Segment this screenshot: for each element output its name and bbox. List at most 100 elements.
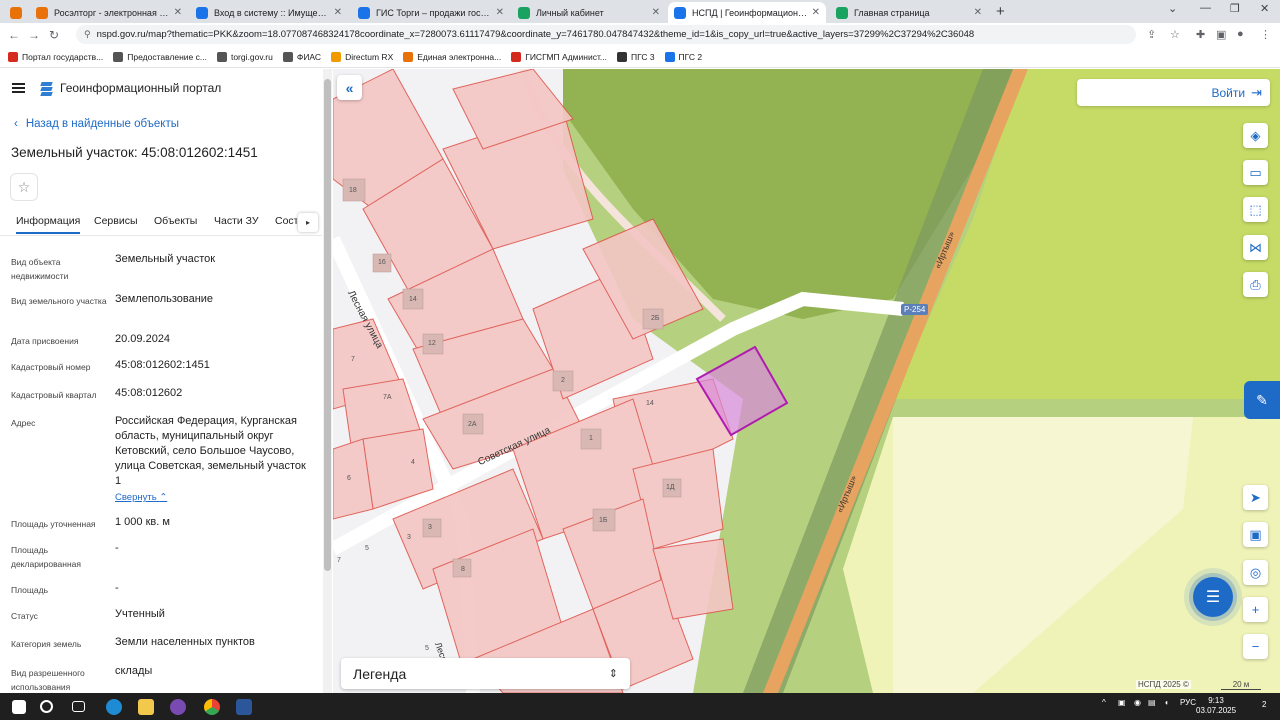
- bookmark-item[interactable]: ПГС 2: [664, 51, 702, 62]
- file-explorer-icon[interactable]: [138, 699, 154, 715]
- select-area-button[interactable]: ⬚: [1243, 197, 1268, 222]
- chrome-icon[interactable]: [204, 699, 220, 715]
- tab-search-icon[interactable]: ⌄: [1168, 2, 1177, 15]
- scrollbar-thumb[interactable]: [324, 79, 331, 571]
- tab-close-icon[interactable]: ✕: [974, 7, 982, 18]
- sidebar-scrollbar[interactable]: [323, 69, 332, 693]
- browser-tab[interactable]: Личный кабинет ✕: [512, 2, 666, 23]
- windows-start-icon[interactable]: [12, 700, 26, 714]
- bookmark-item[interactable]: Единая электронна...: [403, 51, 501, 62]
- browser-tab[interactable]: Вход в систему :: Имущественн ✕: [190, 2, 348, 23]
- tray-app-icon[interactable]: ▣: [1118, 698, 1126, 707]
- bookmark-label: Предоставление с...: [127, 51, 207, 62]
- locate-button[interactable]: ➤: [1243, 485, 1268, 510]
- chat-button[interactable]: ☰: [1193, 577, 1233, 617]
- browser-tab[interactable]: Главная страница ✕: [830, 2, 988, 23]
- side-panel-icon[interactable]: ▣: [1216, 28, 1226, 41]
- ruler-button[interactable]: ▭: [1243, 160, 1268, 185]
- site-info-icon[interactable]: ⚲: [84, 29, 91, 40]
- portal-title: Геоинформационный портал: [60, 81, 222, 95]
- back-to-results-link[interactable]: ‹ Назад в найденные объекты: [14, 118, 179, 130]
- geolocation-button[interactable]: ◎: [1243, 560, 1268, 585]
- new-tab-button[interactable]: +: [996, 3, 1005, 20]
- feedback-icon: ✎: [1256, 391, 1268, 408]
- tab-objects[interactable]: Объекты: [154, 215, 197, 227]
- forward-icon[interactable]: →: [24, 28, 44, 42]
- tab-close-icon[interactable]: ✕: [174, 7, 182, 18]
- url-field[interactable]: ⚲ nspd.gov.ru/map?thematic=PKK&zoom=18.0…: [76, 25, 1136, 44]
- map-canvas[interactable]: Советская улица Лесная улица «Иртыш» «Ир…: [333, 69, 1280, 693]
- share-button[interactable]: ⋈: [1243, 235, 1268, 260]
- minimap-button[interactable]: ▣: [1243, 522, 1268, 547]
- side-feedback-button[interactable]: ✎: [1244, 381, 1280, 419]
- tab-information[interactable]: Информация: [16, 215, 81, 234]
- bookmark-item[interactable]: ГИСГМП Админист...: [511, 51, 607, 62]
- bookmark-item[interactable]: ПГС 3: [616, 51, 655, 62]
- keyboard-icon[interactable]: ▤: [1148, 698, 1156, 707]
- zoom-in-button[interactable]: +: [1243, 597, 1268, 622]
- back-icon[interactable]: ←: [4, 28, 24, 42]
- tray-chevron-icon[interactable]: ^: [1102, 698, 1106, 707]
- bookmark-item[interactable]: ФИАС: [282, 51, 321, 62]
- collapse-panel-button[interactable]: «: [337, 75, 362, 100]
- tab-label: Росэлторг - электронная торгов: [54, 7, 170, 18]
- bookmark-item[interactable]: Directum RX: [331, 51, 393, 62]
- tab-close-icon[interactable]: ✕: [496, 7, 504, 18]
- notification-badge[interactable]: 2: [1262, 700, 1266, 709]
- reload-icon[interactable]: ↻: [44, 28, 64, 42]
- label-assign-date: Дата присвоения: [11, 336, 79, 346]
- tab-land-parts[interactable]: Части ЗУ: [214, 215, 259, 227]
- tab-close-icon[interactable]: ✕: [812, 7, 820, 18]
- app-icon[interactable]: [170, 699, 186, 715]
- clock[interactable]: 9:13 03.07.2025: [1196, 696, 1236, 716]
- bookmark-item[interactable]: Портал государств...: [8, 51, 103, 62]
- value-area-refined: 1 000 кв. м: [115, 516, 170, 528]
- browser-tab[interactable]: ГИС Торги – продажи государс ✕: [352, 2, 510, 23]
- print-button[interactable]: ⎙: [1243, 272, 1268, 297]
- chevron-right-icon: ▸: [305, 218, 310, 227]
- bookmark-star-icon[interactable]: ☆: [1170, 28, 1180, 41]
- collapse-address-link[interactable]: Свернуть ⌃: [115, 492, 167, 503]
- word-icon[interactable]: [236, 699, 252, 715]
- tab-favicon-icon: [836, 6, 848, 19]
- profile-icon[interactable]: ●: [1237, 28, 1244, 40]
- print-icon: ⎙: [1250, 276, 1261, 292]
- value-assign-date: 20.09.2024: [115, 333, 171, 345]
- task-view-icon[interactable]: [72, 701, 85, 712]
- language-indicator[interactable]: РУС: [1180, 698, 1196, 707]
- chevron-up-icon: ⌃: [159, 492, 168, 503]
- hamburger-menu-icon[interactable]: [12, 83, 25, 93]
- label-cadastral-number: Кадастровый номер: [11, 362, 91, 372]
- value-area: -: [115, 582, 119, 594]
- legend-dropdown[interactable]: Легенда ⇕: [341, 658, 630, 689]
- tab-favicon-only[interactable]: [4, 2, 26, 23]
- menu-icon[interactable]: ⋮: [1260, 28, 1271, 41]
- favorite-star-button[interactable]: ☆: [10, 173, 38, 201]
- tab-composition[interactable]: Соста: [275, 215, 297, 227]
- extensions-icon[interactable]: ✚: [1196, 28, 1205, 41]
- search-icon[interactable]: [40, 700, 53, 713]
- share-icon[interactable]: ⇪: [1147, 28, 1156, 41]
- tab-close-icon[interactable]: ✕: [334, 7, 342, 18]
- browser-tab[interactable]: Росэлторг - электронная торгов ✕: [30, 2, 188, 23]
- bookmark-label: torgi.gov.ru: [230, 51, 273, 62]
- tab-services[interactable]: Сервисы: [94, 215, 138, 227]
- label-permitted-use: Вид разрешенного использования: [11, 668, 85, 692]
- bookmark-item[interactable]: torgi.gov.ru: [216, 51, 273, 62]
- restore-icon[interactable]: ❐: [1230, 2, 1240, 15]
- volume-icon[interactable]: ◖: [1164, 698, 1169, 707]
- layers-button[interactable]: ◈: [1243, 123, 1268, 148]
- browser-tab[interactable]: НСПД | Геоинформационный п ✕: [668, 2, 826, 23]
- login-button[interactable]: Войти ⇥: [1077, 79, 1270, 106]
- minimize-icon[interactable]: —: [1200, 2, 1211, 14]
- bookmark-item[interactable]: Предоставление с...: [113, 51, 207, 62]
- close-window-icon[interactable]: ✕: [1260, 2, 1269, 15]
- house-number: 7: [337, 557, 341, 564]
- zoom-out-button[interactable]: −: [1243, 634, 1268, 659]
- edge-icon[interactable]: [106, 699, 122, 715]
- bookmark-icon: [616, 51, 627, 62]
- tab-close-icon[interactable]: ✕: [652, 7, 660, 18]
- tabs-scroll-right-button[interactable]: ▸: [298, 213, 318, 232]
- network-icon[interactable]: ◉: [1134, 698, 1141, 707]
- tab-favicon-icon: [196, 6, 208, 19]
